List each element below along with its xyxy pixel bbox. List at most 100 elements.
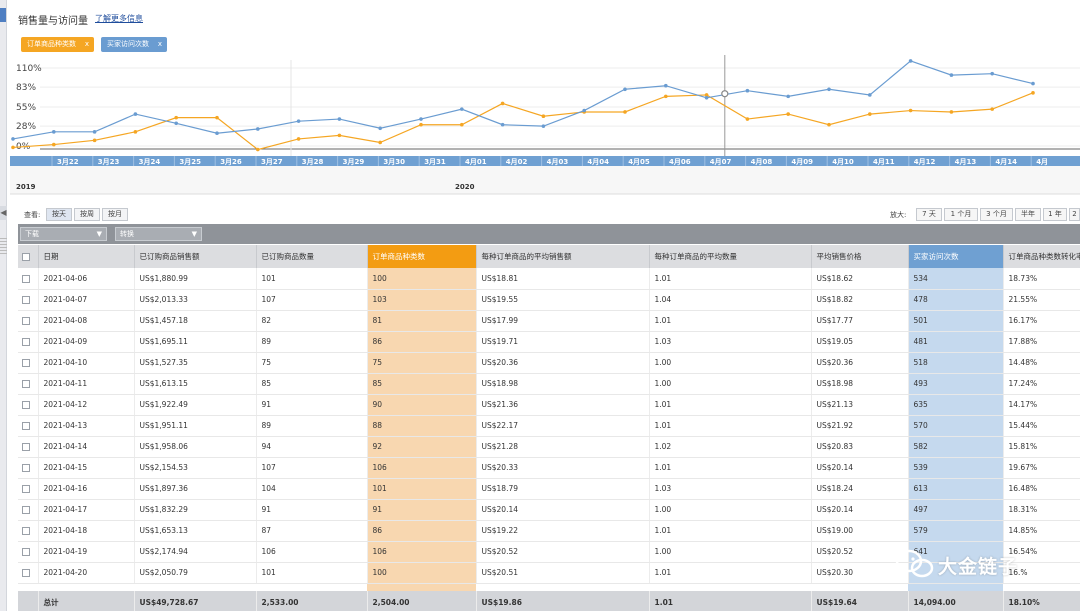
view-by-week-button[interactable]: 按周	[74, 208, 100, 221]
column-header-order-items[interactable]: 订单商品种类数	[367, 245, 477, 268]
x-tick-label: 4月03	[547, 158, 569, 166]
zoom-1y-button[interactable]: 1 年	[1043, 208, 1067, 221]
row-checkbox[interactable]	[22, 464, 30, 472]
row-select-cell[interactable]	[18, 478, 39, 500]
row-checkbox[interactable]	[22, 296, 30, 304]
zoom-7d-button[interactable]: 7 天	[916, 208, 942, 221]
view-by-day-button[interactable]: 按天	[46, 208, 72, 221]
table-row[interactable]: 2021-04-18 US$1,653.13 87 86 US$19.22 1.01 US$…	[18, 520, 1080, 542]
cell-date: 2021-04-16	[38, 478, 135, 500]
row-checkbox[interactable]	[22, 485, 30, 493]
cell-units: 89	[256, 331, 368, 353]
download-select[interactable]: 下载 ▼	[20, 227, 107, 241]
cell-avg-sales: US$17.99	[476, 310, 650, 332]
x-tick-label: 3月24	[139, 158, 161, 166]
view-by-month-button[interactable]: 按月	[102, 208, 128, 221]
row-select-cell[interactable]	[18, 331, 39, 353]
row-checkbox[interactable]	[22, 338, 30, 346]
column-header-avg-units[interactable]: 每种订单商品的平均数量	[649, 245, 812, 268]
cell-conversion: 16.17%	[1003, 310, 1080, 332]
column-header-avg-price[interactable]: 平均销售价格	[811, 245, 909, 268]
zoom-2y-button[interactable]: 2	[1069, 208, 1080, 221]
cell-avg-units: 1.01	[649, 268, 812, 290]
cell-avg-sales: US$20.52	[476, 541, 650, 563]
table-row[interactable]: 2021-04-14 US$1,958.06 94 92 US$21.28 1.02 US$…	[18, 436, 1080, 458]
row-checkbox[interactable]	[22, 506, 30, 514]
column-header-avg-sales[interactable]: 每种订单商品的平均销售额	[476, 245, 650, 268]
convert-select[interactable]: 转换 ▼	[115, 227, 202, 241]
row-select-cell[interactable]	[18, 499, 39, 521]
row-checkbox[interactable]	[22, 359, 30, 367]
table-row[interactable]: 2021-04-07 US$2,013.33 107 103 US$19.55 1.04 U…	[18, 289, 1080, 311]
row-checkbox[interactable]	[22, 569, 30, 577]
cell-sessions: 582	[908, 436, 1004, 458]
cell-avg-units: 1.01	[649, 562, 812, 584]
collapse-toggle[interactable]: ◀	[0, 206, 7, 220]
column-header-date[interactable]: 日期	[38, 245, 135, 268]
data-point-visits	[745, 88, 750, 93]
learn-more-link[interactable]: 了解更多信息	[95, 13, 143, 24]
select-all-cell[interactable]	[18, 245, 39, 268]
row-checkbox[interactable]	[22, 401, 30, 409]
table-row[interactable]: 2021-04-06 US$1,880.99 101 100 US$18.81 1.01 U…	[18, 268, 1080, 290]
table-row[interactable]: 2021-04-11 US$1,613.15 85 85 US$18.98 1.00 US$…	[18, 373, 1080, 395]
row-checkbox[interactable]	[22, 317, 30, 325]
close-icon[interactable]: x	[85, 37, 89, 52]
row-select-cell[interactable]	[18, 457, 39, 479]
row-select-cell[interactable]	[18, 394, 39, 416]
cell-sessions: 481	[908, 331, 1004, 353]
row-checkbox[interactable]	[22, 527, 30, 535]
table-row[interactable]: 2021-04-15 US$2,154.53 107 106 US$20.33 1.01 U…	[18, 457, 1080, 479]
series-tag-visits[interactable]: 买家访问次数 x	[101, 37, 167, 52]
row-select-cell[interactable]	[18, 289, 39, 311]
row-checkbox[interactable]	[22, 548, 30, 556]
column-header-conversion[interactable]: 订单商品种类数转化率	[1003, 245, 1080, 268]
line-chart[interactable]: 110% 83% 55% 28% 0% 3月22 3月23 3月24 3月25 3月26 3月27 3…	[10, 55, 1080, 195]
row-select-cell[interactable]	[18, 562, 39, 584]
row-select-cell[interactable]	[18, 520, 39, 542]
row-select-cell[interactable]	[18, 415, 39, 437]
table-row[interactable]: 2021-04-17 US$1,832.29 91 91 US$20.14 1.00 US$…	[18, 499, 1080, 521]
data-point-orders	[827, 122, 831, 127]
table-row[interactable]: 2021-04-13 US$1,951.11 89 88 US$22.17 1.01 US$…	[18, 415, 1080, 437]
table-row[interactable]: 2021-04-08 US$1,457.18 82 81 US$17.99 1.01 US$…	[18, 310, 1080, 332]
row-select-cell[interactable]	[18, 541, 39, 563]
table-row[interactable]: 2021-04-12 US$1,922.49 91 90 US$21.36 1.01 US$…	[18, 394, 1080, 416]
cell-order-items: 88	[367, 415, 477, 437]
row-select-cell[interactable]	[18, 436, 39, 458]
data-point-visits	[786, 94, 790, 99]
column-header-sessions[interactable]: 买家访问次数	[908, 245, 1004, 268]
table-row[interactable]: 2021-04-10 US$1,527.35 75 75 US$20.36 1.00 US$…	[18, 352, 1080, 374]
zoom-3m-button[interactable]: 3 个月	[980, 208, 1013, 221]
data-point-visits	[337, 117, 342, 121]
data-point-visits	[1031, 81, 1035, 86]
row-checkbox[interactable]	[22, 274, 30, 283]
table-row[interactable]: 2021-04-16 US$1,897.36 104 101 US$18.79 1.03 U…	[18, 478, 1080, 500]
zoom-6m-button[interactable]: 半年	[1015, 208, 1041, 221]
row-select-cell[interactable]	[18, 373, 39, 395]
row-select-cell[interactable]	[18, 310, 39, 332]
data-point-visits	[419, 117, 423, 121]
row-checkbox[interactable]	[22, 422, 30, 430]
row-select-cell[interactable]	[18, 352, 39, 374]
close-icon[interactable]: x	[158, 37, 162, 52]
cell-avg-units: 1.02	[649, 436, 812, 458]
cell-date: 2021-04-14	[38, 436, 135, 458]
series-tag-orders[interactable]: 订单商品种类数 x	[21, 37, 94, 52]
cell-sales: US$1,832.29	[134, 499, 257, 521]
column-header-sales[interactable]: 已订购商品销售额	[134, 245, 257, 268]
table-row[interactable]: 2021-04-09 US$1,695.11 89 86 US$19.71 1.03 US$…	[18, 331, 1080, 353]
total-cell-sessions: 14,094.00	[908, 591, 1004, 611]
rail-grip-icon[interactable]	[0, 238, 7, 254]
cell-avg-sales: US$21.28	[476, 436, 650, 458]
zoom-1m-button[interactable]: 1 个月	[944, 208, 978, 221]
row-checkbox[interactable]	[22, 443, 30, 451]
x-tick-label: 4月06	[669, 158, 691, 166]
x-tick-label: 3月30	[383, 158, 405, 166]
cell-date: 2021-04-07	[38, 289, 135, 311]
row-checkbox[interactable]	[22, 380, 30, 388]
column-header-units[interactable]: 已订购商品数量	[256, 245, 368, 268]
select-all-checkbox[interactable]	[22, 253, 30, 261]
row-select-cell[interactable]	[18, 268, 39, 290]
table-toolbar: 下载 ▼ 转换 ▼	[18, 224, 1080, 244]
